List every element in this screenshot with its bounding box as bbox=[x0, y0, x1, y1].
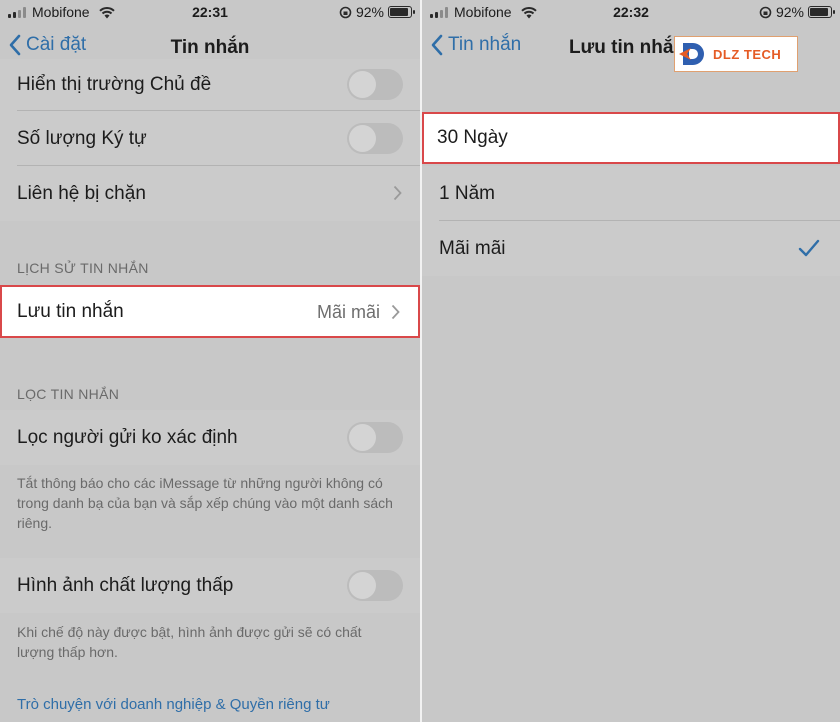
row-label: Lưu tin nhắn bbox=[17, 300, 124, 322]
status-right: 92% bbox=[759, 4, 835, 20]
left-screen: Mobifone 22:31 92% Cài đặt Tin nhắn Hiển… bbox=[0, 0, 420, 722]
blocked-contacts-row[interactable]: Liên hệ bị chặn bbox=[0, 166, 420, 221]
status-right: 92% bbox=[339, 4, 415, 20]
chevron-right-icon bbox=[393, 185, 402, 201]
option-forever[interactable]: Mãi mãi bbox=[422, 221, 840, 276]
logo-mark-icon bbox=[679, 43, 704, 65]
row-label: Lọc người gửi ko xác định bbox=[17, 426, 238, 448]
low-quality-note: Khi chế độ này được bật, hình ảnh được g… bbox=[17, 624, 362, 660]
battery-icon bbox=[388, 6, 415, 18]
row-label: Liên hệ bị chặn bbox=[17, 182, 146, 204]
row-label: Hình ảnh chất lượng thấp bbox=[17, 574, 234, 596]
battery-percent: 92% bbox=[355, 4, 384, 20]
battery-fill bbox=[390, 8, 409, 16]
chevron-right-icon bbox=[391, 304, 400, 320]
checkmark-icon bbox=[798, 239, 820, 257]
option-label: 30 Ngày bbox=[437, 127, 508, 148]
option-30-days[interactable]: 30 Ngày bbox=[422, 112, 840, 164]
low-quality-toggle[interactable] bbox=[347, 570, 403, 601]
low-quality-row: Hình ảnh chất lượng thấp bbox=[0, 558, 420, 613]
rotation-lock-icon bbox=[759, 6, 772, 18]
row-label: Hiển thị trường Chủ đề bbox=[17, 74, 212, 95]
rotation-lock-icon bbox=[339, 6, 352, 18]
status-bar: Mobifone 22:32 92% bbox=[422, 0, 840, 24]
right-screen: Mobifone 22:32 92% Tin nhắn Lưu tin nhắn… bbox=[422, 0, 840, 722]
option-label: 1 Năm bbox=[439, 182, 495, 204]
keep-messages-row[interactable]: Lưu tin nhắn Mãi mãi bbox=[0, 285, 420, 338]
toggle-knob bbox=[349, 125, 376, 152]
subject-field-row: Hiển thị trường Chủ đề bbox=[0, 59, 420, 111]
subject-field-toggle[interactable] bbox=[347, 69, 403, 100]
logo-name: DLZ TECH bbox=[713, 46, 782, 62]
filter-unknown-row: Lọc người gửi ko xác định bbox=[0, 410, 420, 465]
character-count-toggle[interactable] bbox=[347, 123, 403, 154]
filter-unknown-toggle[interactable] bbox=[347, 422, 403, 453]
battery-fill bbox=[810, 8, 829, 16]
option-label: Mãi mãi bbox=[439, 237, 506, 259]
logo-text: DLZ TECH bbox=[713, 47, 781, 62]
character-count-row: Số lượng Ký tự bbox=[0, 111, 420, 166]
filter-unknown-note: Tắt thông báo cho các iMessage từ những … bbox=[17, 475, 393, 531]
page-title: Tin nhắn bbox=[170, 37, 250, 58]
row-label: Số lượng Ký tự bbox=[17, 127, 147, 149]
filter-section-header: LỌC TIN NHẮN bbox=[17, 386, 120, 402]
option-1-year[interactable]: 1 Năm bbox=[422, 166, 840, 221]
toggle-knob bbox=[349, 71, 376, 98]
toggle-knob bbox=[349, 424, 376, 451]
battery-percent: 92% bbox=[775, 4, 804, 20]
business-chat-link[interactable]: Trò chuyện với doanh nghiệp & Quyền riên… bbox=[17, 696, 330, 713]
toggle-knob bbox=[349, 572, 376, 599]
history-section-header: LỊCH SỬ TIN NHẮN bbox=[17, 260, 149, 276]
battery-icon bbox=[808, 6, 835, 18]
status-bar: Mobifone 22:31 92% bbox=[0, 0, 420, 24]
dlz-tech-logo: DLZ TECH bbox=[674, 36, 798, 72]
keep-messages-value: Mãi mãi bbox=[316, 302, 380, 322]
